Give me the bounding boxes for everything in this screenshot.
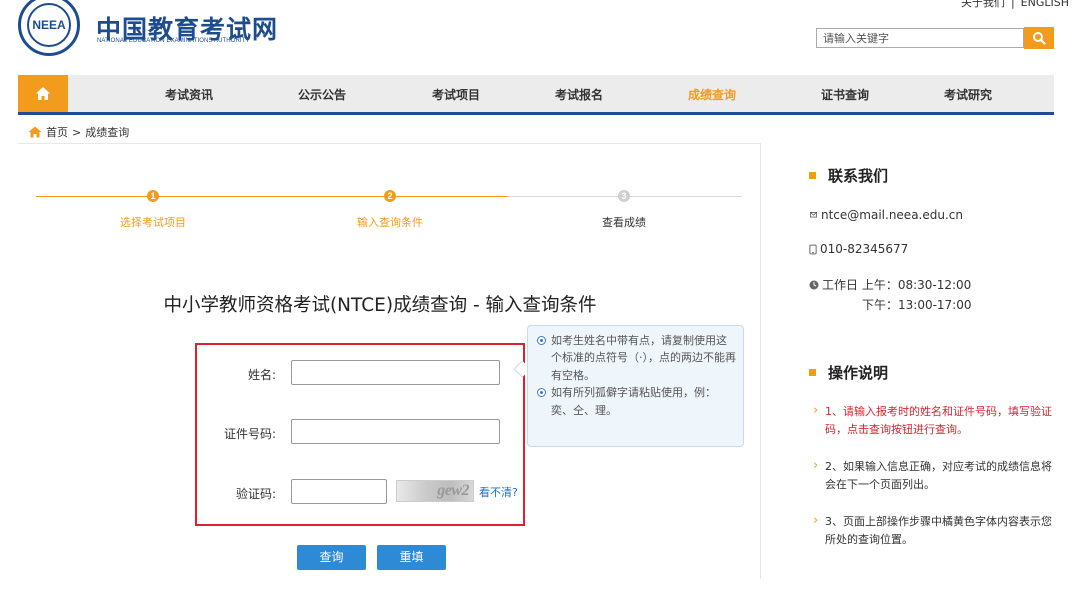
- clock-icon: [809, 280, 819, 289]
- breadcrumb-home[interactable]: 首页: [46, 124, 68, 140]
- step-2-label: 输入查询条件: [357, 216, 423, 229]
- breadcrumb: 首页 > 成绩查询: [28, 124, 129, 140]
- top-link-separator: |: [1010, 0, 1015, 9]
- name-input[interactable]: [291, 360, 500, 385]
- phone-icon: [809, 244, 817, 254]
- nav-item-exam-projects[interactable]: 考试项目: [401, 75, 511, 112]
- nav-item-registration[interactable]: 考试报名: [524, 75, 634, 112]
- contact-phone: 010-82345677: [809, 242, 908, 256]
- home-icon: [36, 87, 50, 100]
- nav-item-exam-research[interactable]: 考试研究: [913, 75, 1023, 112]
- nav-item-certificate-query[interactable]: 证书查询: [790, 75, 900, 112]
- top-links: 关于我们 | ENGLISH: [958, 0, 1072, 10]
- nav-item-exam-news[interactable]: 考试资讯: [134, 75, 244, 112]
- breadcrumb-separator: >: [72, 125, 82, 139]
- reset-button[interactable]: 重填: [377, 545, 446, 570]
- radio-bullet-icon: [537, 388, 546, 398]
- site-subtitle: NATIONAL EDUCATION EXAMINATIONS AUTHORIT…: [97, 38, 250, 44]
- step-3-dot: 3: [618, 190, 630, 202]
- captcha-label: 验证码:: [235, 487, 276, 501]
- submit-button[interactable]: 查询: [297, 545, 366, 570]
- tip-item: 如有所列孤僻字请粘贴使用，例：奕、仝、理。: [537, 384, 737, 419]
- query-title: 中小学教师资格考试(NTCE)成绩查询 - 输入查询条件: [163, 295, 597, 316]
- logo-text: NEEA: [27, 3, 71, 47]
- id-number-input[interactable]: [291, 419, 500, 444]
- radio-bullet-icon: [537, 336, 546, 345]
- contact-hours-pm: 下午：13:00-17:00: [862, 298, 972, 312]
- english-link[interactable]: ENGLISH: [1021, 0, 1069, 9]
- neea-logo[interactable]: NEEA: [18, 0, 80, 56]
- step-3-label: 查看成绩: [602, 216, 646, 229]
- step-1-dot: 1: [147, 190, 159, 202]
- name-label: 姓名:: [247, 368, 276, 382]
- step-1-label: 选择考试项目: [120, 216, 186, 229]
- search-button[interactable]: [1024, 27, 1054, 49]
- nav-item-score-query[interactable]: 成绩查询: [657, 75, 767, 112]
- breadcrumb-home-icon: [28, 126, 42, 138]
- input-tips: 如考生姓名中带有点，请复制使用这个标准的点符号（·），点的两边不能再有空格。 如…: [527, 325, 744, 447]
- divider: [18, 143, 760, 144]
- id-number-label: 证件号码:: [223, 427, 276, 441]
- captcha-input[interactable]: [291, 479, 387, 504]
- square-bullet-icon: [809, 369, 816, 376]
- search-icon: [1033, 32, 1046, 45]
- nav-item-announcements[interactable]: 公示公告: [267, 75, 377, 112]
- instructions-title: 操作说明: [809, 362, 888, 383]
- search-input[interactable]: [816, 28, 1024, 48]
- mail-icon: [810, 211, 817, 217]
- contact-title: 联系我们: [809, 165, 888, 186]
- instruction-item: 3、页面上部操作步骤中橘黄色字体内容表示您所处的查询位置。: [813, 512, 1053, 549]
- step-progress-line: [36, 196, 508, 197]
- about-link[interactable]: 关于我们: [961, 0, 1005, 9]
- column-divider: [760, 143, 761, 579]
- instruction-item: 2、如果输入信息正确，对应考试的成绩信息将会在下一个页面列出。: [813, 457, 1053, 494]
- nav-home-button[interactable]: [18, 75, 68, 112]
- square-bullet-icon: [809, 172, 816, 179]
- captcha-refresh-link[interactable]: 看不清?: [479, 484, 518, 500]
- step-2-dot: 2: [384, 190, 396, 202]
- contact-hours-am: 工作日 上午：08:30-12:00: [809, 276, 971, 293]
- captcha-image[interactable]: gew2: [396, 480, 474, 502]
- breadcrumb-current: 成绩查询: [85, 126, 130, 139]
- tip-item: 如考生姓名中带有点，请复制使用这个标准的点符号（·），点的两边不能再有空格。: [537, 332, 737, 384]
- instruction-item: 1、请输入报考时的姓名和证件号码，填写验证码，点击查询按钮进行查询。: [813, 402, 1053, 439]
- contact-email: ntce@mail.neea.edu.cn: [809, 208, 963, 222]
